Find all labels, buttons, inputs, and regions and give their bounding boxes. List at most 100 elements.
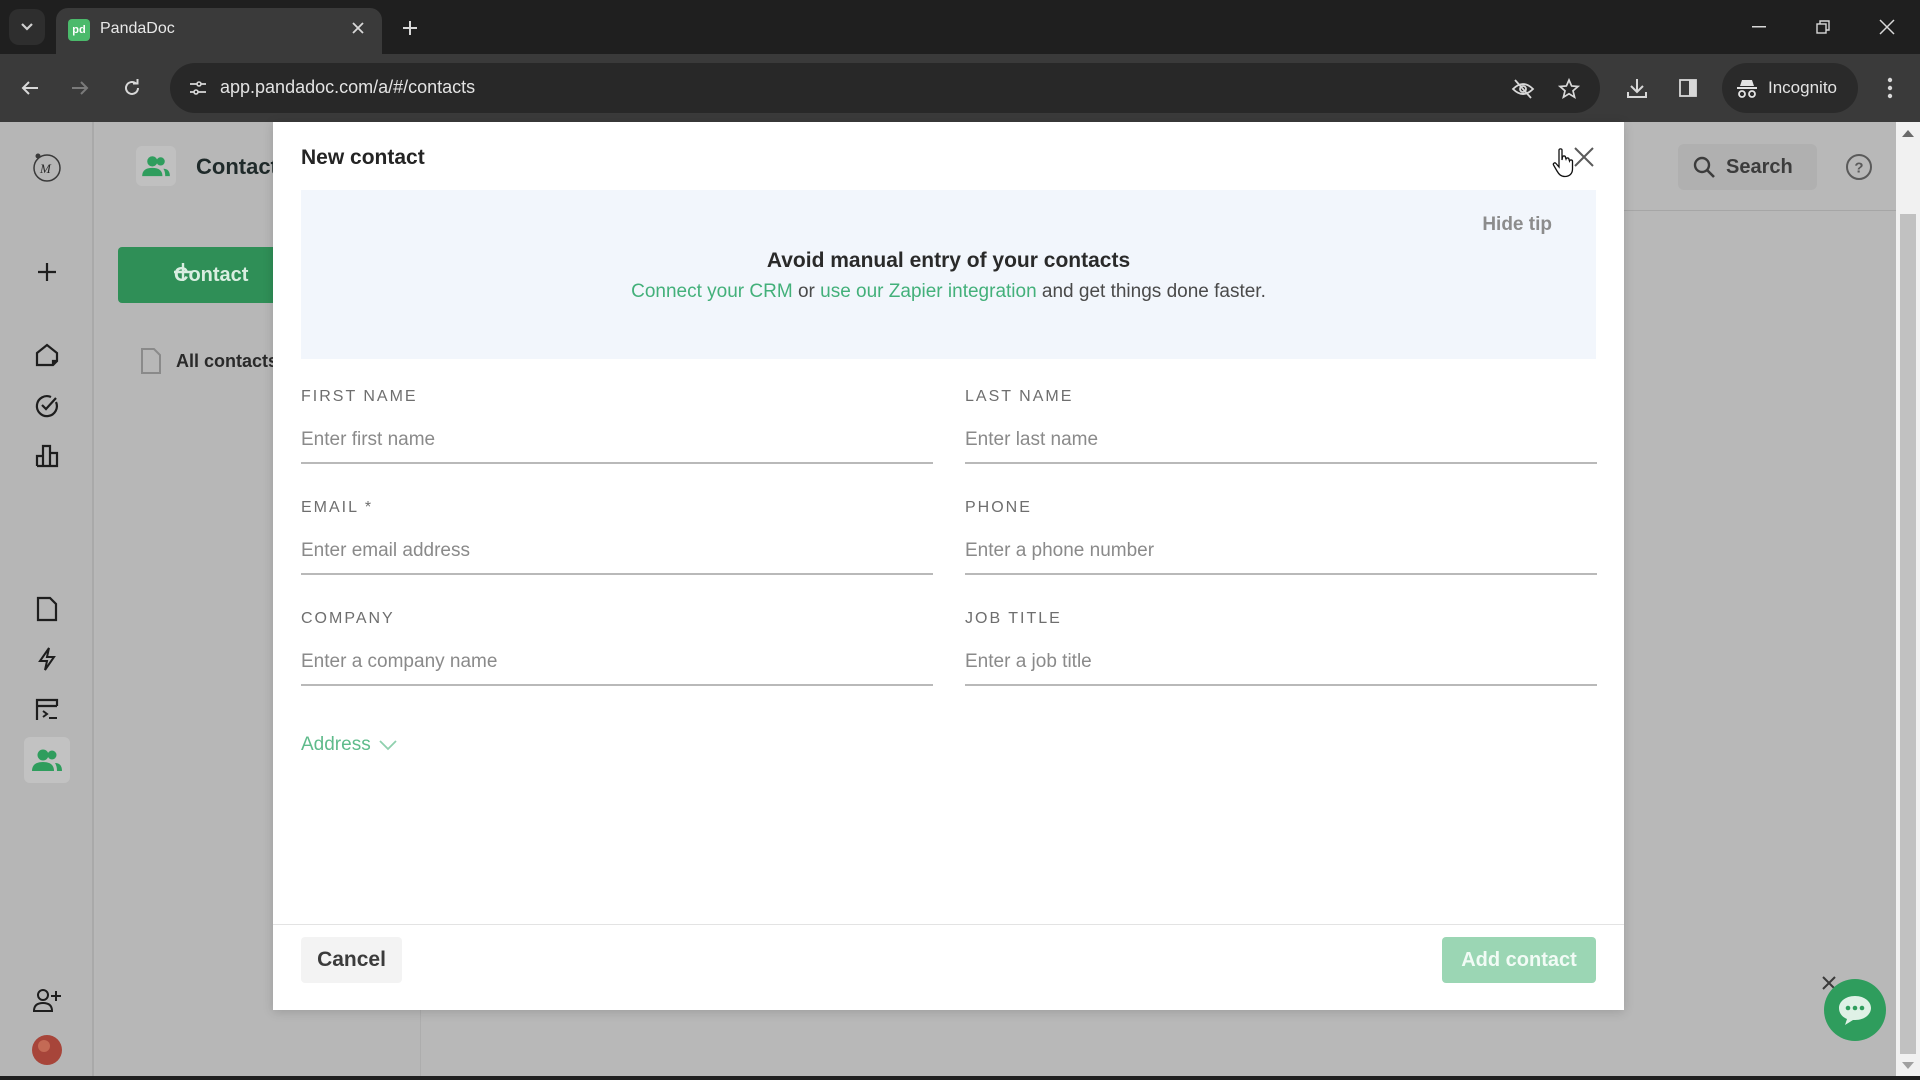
tip-body: Connect your CRM or use our Zapier integ… — [301, 281, 1596, 303]
close-tab-button[interactable] — [346, 16, 370, 40]
browser-tab[interactable]: pd PandaDoc — [56, 8, 382, 54]
connect-crm-link[interactable]: Connect your CRM — [631, 281, 793, 302]
address-bar[interactable]: app.pandadoc.com/a/#/contacts — [170, 63, 1600, 113]
new-tab-button[interactable] — [396, 14, 424, 42]
last-name-label: LAST NAME — [965, 388, 1074, 405]
restore-button[interactable] — [1800, 10, 1846, 44]
nav-tasks[interactable] — [24, 383, 70, 429]
plus-icon — [38, 263, 56, 281]
nav-contacts[interactable] — [24, 737, 70, 783]
tab-search-button[interactable] — [9, 9, 45, 45]
nav-create[interactable] — [24, 249, 70, 295]
cancel-button[interactable]: Cancel — [301, 937, 402, 983]
email-label: EMAIL * — [301, 499, 374, 516]
arrow-left-icon — [21, 81, 38, 95]
job-title-input[interactable] — [965, 648, 1597, 686]
nav-templates[interactable] — [24, 687, 70, 733]
nav-invite-user[interactable] — [24, 977, 70, 1023]
svg-text:?: ? — [1854, 160, 1863, 177]
page-scrollbar[interactable] — [1896, 122, 1920, 1080]
minimize-button[interactable] — [1736, 10, 1782, 44]
arrow-right-icon — [72, 81, 89, 95]
back-button[interactable] — [12, 70, 48, 106]
browser-tab-bar: pd PandaDoc — [0, 0, 1920, 54]
chevron-down-icon — [379, 739, 397, 750]
contacts-icon — [32, 749, 62, 771]
incognito-indicator[interactable]: Incognito — [1722, 63, 1858, 113]
side-panel-button[interactable] — [1671, 71, 1705, 105]
phone-input[interactable] — [965, 537, 1597, 575]
header-divider — [1624, 210, 1896, 211]
scrollbar-thumb[interactable] — [1900, 214, 1916, 1054]
taskbar-edge — [0, 1076, 1920, 1080]
tracking-protection-button[interactable] — [1508, 74, 1538, 104]
zapier-integration-link[interactable]: use our Zapier integration — [820, 281, 1037, 302]
last-name-field: LAST NAME — [965, 388, 1597, 464]
workspace-logo-icon: M — [33, 153, 61, 182]
job-title-field: JOB TITLE — [965, 610, 1597, 686]
site-info-button[interactable] — [182, 72, 214, 104]
all-contacts-item[interactable]: All contacts — [140, 347, 278, 375]
downloads-button[interactable] — [1620, 71, 1654, 105]
chevron-down-icon — [21, 23, 33, 31]
phone-label: PHONE — [965, 499, 1032, 516]
home-icon — [35, 343, 59, 367]
scroll-up-arrow-icon[interactable] — [1902, 130, 1914, 137]
browser-menu-button[interactable] — [1873, 71, 1907, 105]
forward-button[interactable] — [62, 70, 98, 106]
template-icon — [35, 698, 59, 720]
search-button[interactable]: Search — [1678, 144, 1817, 190]
address-toggle[interactable]: Address — [301, 734, 397, 756]
browser-toolbar: app.pandadoc.com/a/#/contacts Incognito — [0, 54, 1920, 122]
nav-home[interactable] — [24, 332, 70, 378]
nav-documents[interactable] — [24, 586, 70, 632]
add-user-icon — [32, 989, 61, 1012]
job-title-label: JOB TITLE — [965, 610, 1062, 627]
nav-automations[interactable] — [24, 636, 70, 682]
star-icon — [1558, 78, 1580, 99]
nav-avatar[interactable] — [24, 1027, 70, 1073]
chat-icon — [1839, 996, 1871, 1025]
help-button[interactable]: ? — [1843, 151, 1875, 183]
close-icon — [352, 22, 364, 34]
tip-title: Avoid manual entry of your contacts — [766, 249, 1131, 272]
close-window-button[interactable] — [1864, 10, 1910, 44]
help-icon: ? — [1846, 154, 1872, 180]
first-name-input[interactable] — [301, 426, 933, 464]
company-input[interactable] — [301, 648, 933, 686]
contacts-icon — [142, 156, 170, 177]
bar-chart-icon — [35, 444, 59, 468]
url-text[interactable]: app.pandadoc.com/a/#/contacts — [220, 77, 475, 98]
plus-icon — [403, 21, 417, 35]
phone-field: PHONE — [965, 499, 1597, 575]
minimize-icon — [1752, 26, 1766, 28]
tune-icon — [190, 81, 206, 95]
nav-profile-logo[interactable]: M — [24, 144, 70, 190]
bookmark-button[interactable] — [1554, 74, 1584, 104]
scroll-down-arrow-icon[interactable] — [1902, 1062, 1914, 1069]
nav-reports[interactable] — [24, 433, 70, 479]
chat-widget-button[interactable] — [1824, 979, 1886, 1041]
hand-cursor-icon — [1552, 148, 1574, 178]
reload-button[interactable] — [114, 70, 150, 106]
new-contact-modal: New contact Hide tip Avoid manual entry … — [273, 122, 1624, 1010]
svg-text:M: M — [39, 161, 52, 176]
incognito-label: Incognito — [1768, 78, 1837, 97]
all-contacts-label: All contacts — [176, 350, 279, 371]
add-contact-submit-button[interactable]: Add contact — [1442, 937, 1596, 983]
incognito-icon — [1737, 80, 1757, 98]
hide-tip-button[interactable]: Hide tip — [1482, 214, 1552, 236]
email-field: EMAIL * — [301, 499, 933, 575]
document-icon — [36, 596, 58, 622]
last-name-input[interactable] — [965, 426, 1597, 464]
tab-title: PandaDoc — [100, 20, 175, 37]
search-icon — [1693, 156, 1715, 178]
modal-title: New contact — [301, 146, 425, 169]
first-name-label: FIRST NAME — [301, 388, 418, 405]
eye-off-icon — [1511, 79, 1535, 99]
reload-icon — [125, 79, 139, 95]
email-input[interactable] — [301, 537, 933, 575]
company-label: COMPANY — [301, 610, 395, 627]
tip-suffix-text: and get things done faster. — [1036, 281, 1266, 302]
more-vert-icon — [1887, 77, 1893, 99]
